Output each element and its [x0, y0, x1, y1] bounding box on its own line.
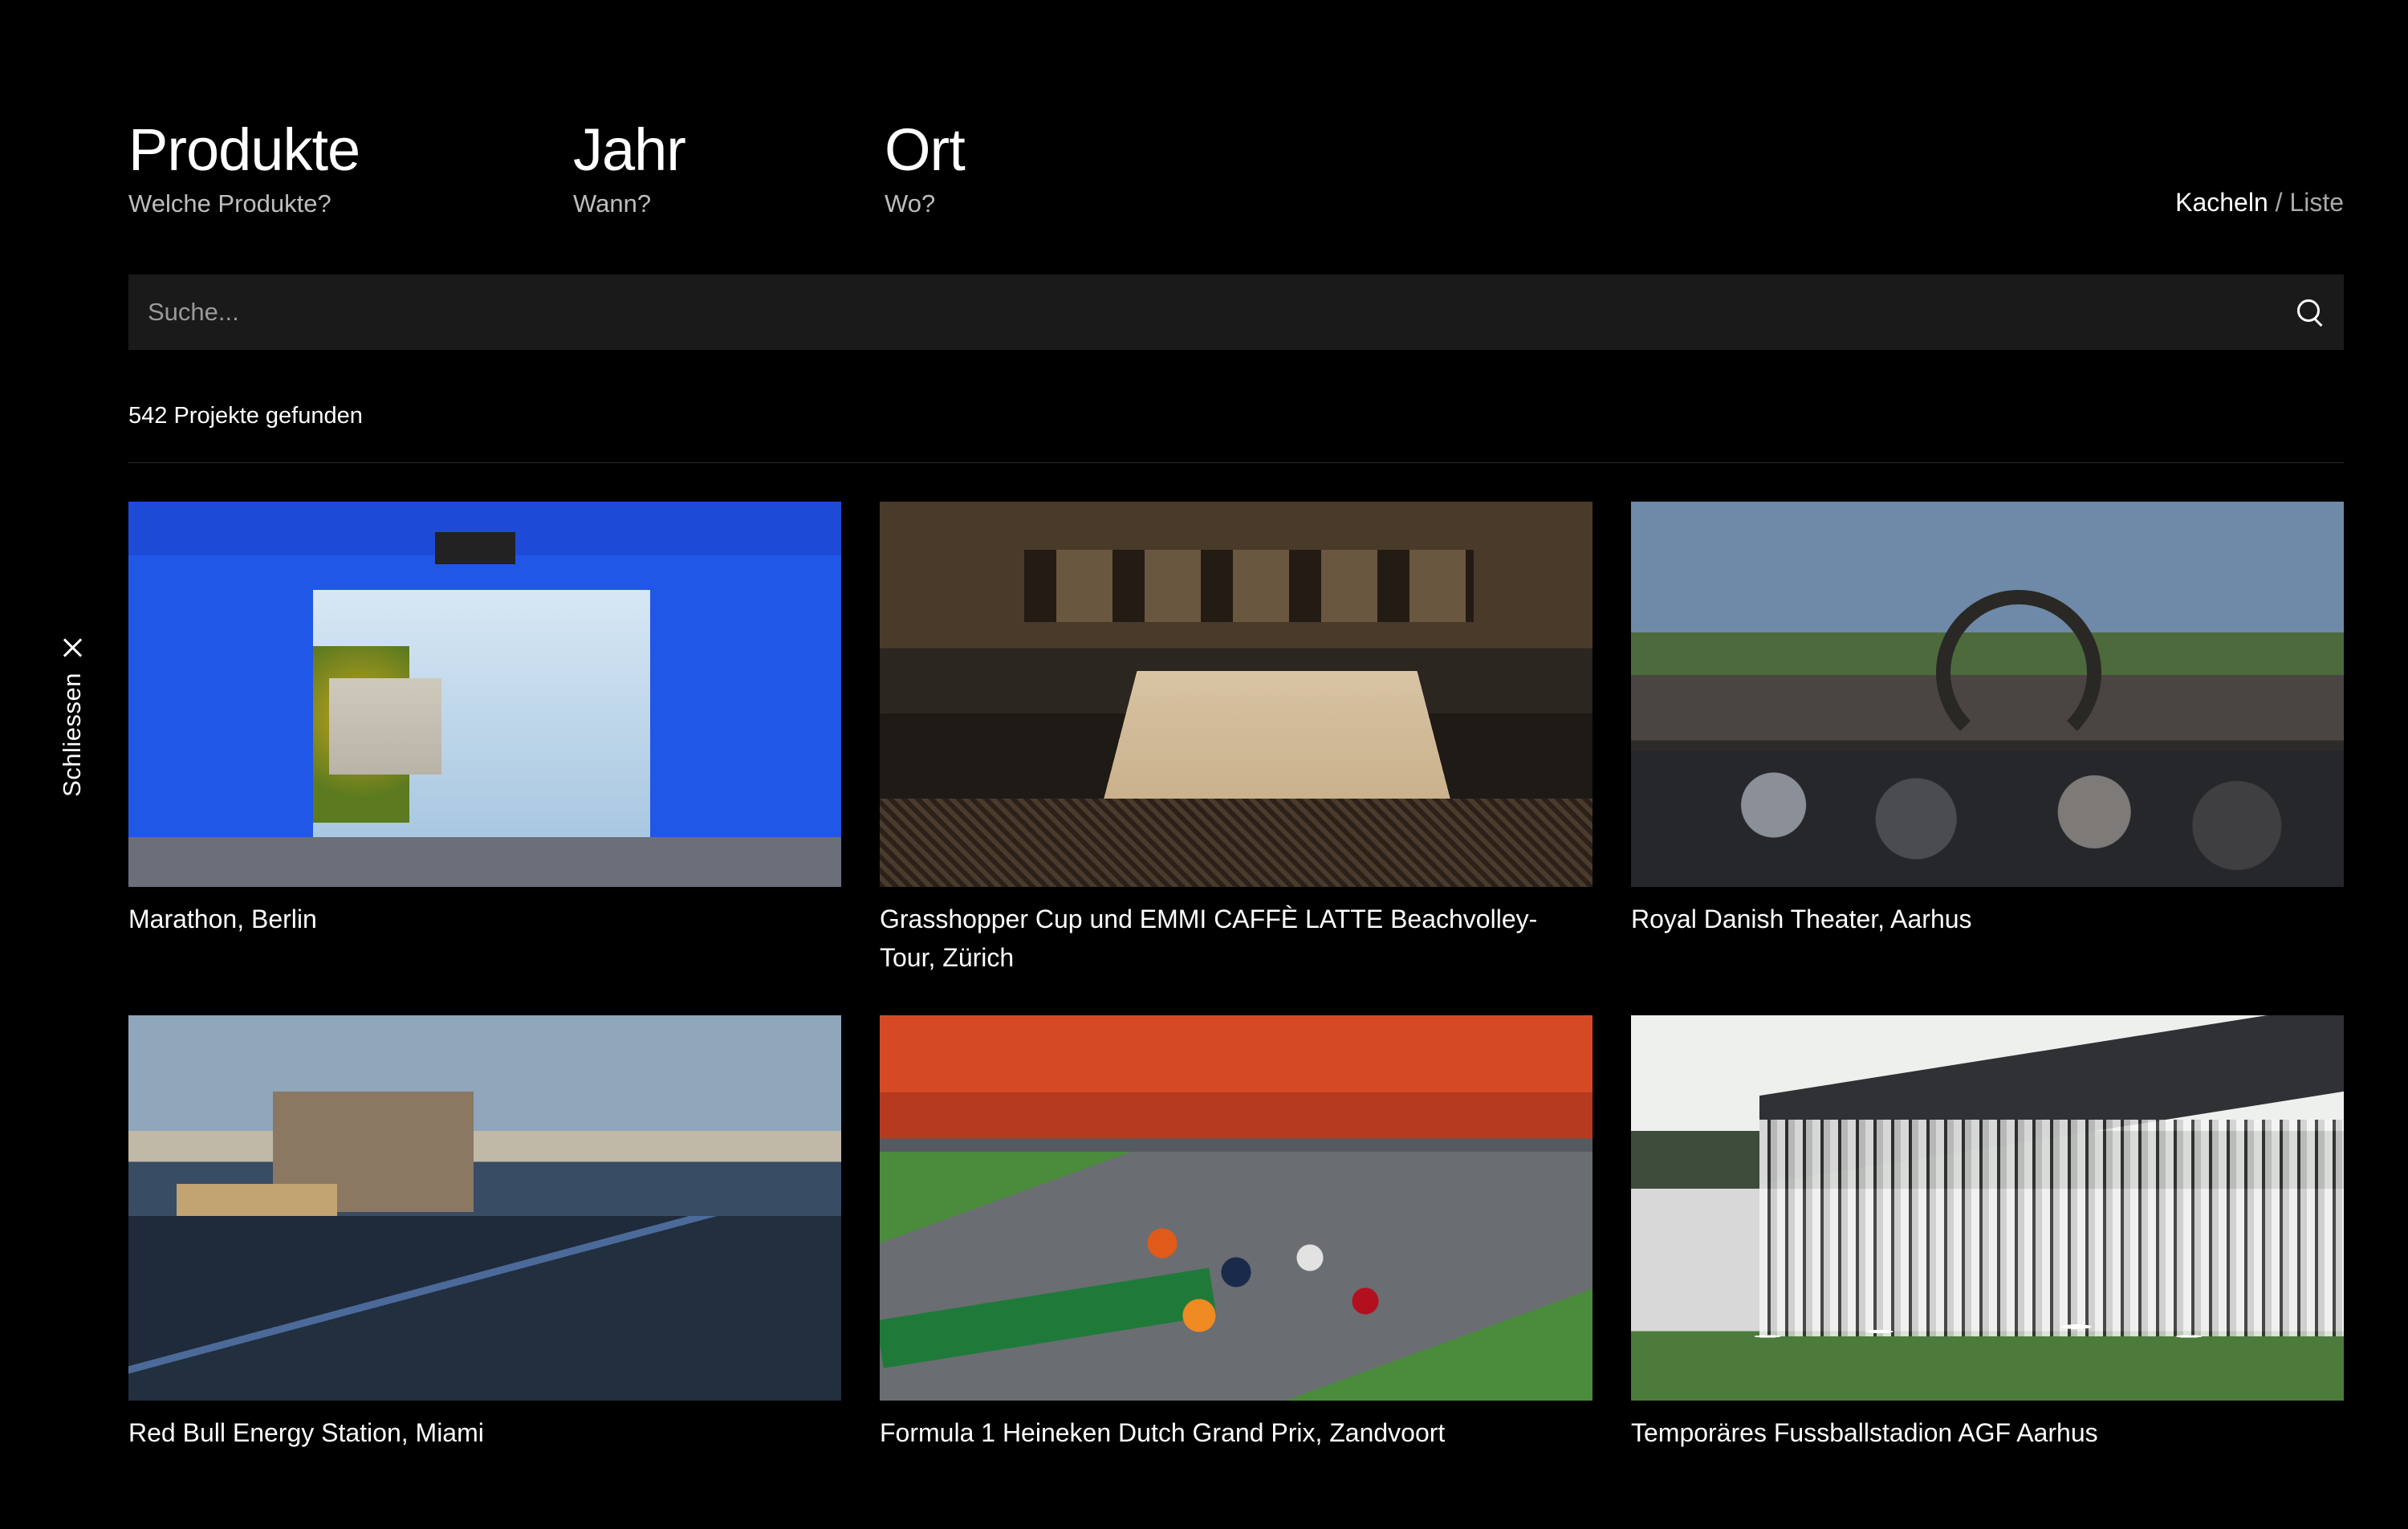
- project-thumbnail[interactable]: [880, 1015, 1592, 1401]
- project-title[interactable]: Formula 1 Heineken Dutch Grand Prix, Zan…: [880, 1413, 1592, 1452]
- thumb-shape: [435, 532, 515, 564]
- project-card[interactable]: Temporäres Fussballstadion AGF Aarhus: [1631, 1015, 2344, 1529]
- thumb-shape: [329, 678, 441, 775]
- project-title[interactable]: Red Bull Energy Station, Miami: [128, 1413, 841, 1452]
- project-thumbnail[interactable]: [1631, 1015, 2344, 1401]
- thumb-shape: [128, 837, 841, 887]
- project-card[interactable]: Formula 1 Heineken Dutch Grand Prix, Zan…: [880, 1015, 1592, 1529]
- project-card[interactable]: Red Bull Energy Station, Miami: [128, 1015, 841, 1529]
- project-thumbnail[interactable]: [128, 502, 841, 887]
- project-title[interactable]: Grasshopper Cup und EMMI CAFFÈ LATTE Bea…: [880, 900, 1592, 977]
- project-title[interactable]: Royal Danish Theater, Aarhus: [1631, 900, 2344, 938]
- result-count: 542 Projekte gefunden: [128, 403, 363, 429]
- view-separator: /: [2268, 188, 2290, 217]
- search-bar: [128, 274, 2344, 350]
- filter-location-title: Ort: [885, 116, 966, 183]
- thumb-shape: [1936, 590, 2101, 755]
- thumb-shape: [1088, 1200, 1458, 1344]
- filter-year-title: Jahr: [573, 116, 686, 183]
- filter-year[interactable]: Jahr Wann?: [573, 114, 686, 220]
- thumb-shape: [1024, 550, 1474, 622]
- search-input[interactable]: [128, 274, 2294, 350]
- project-title[interactable]: Marathon, Berlin: [128, 900, 841, 938]
- filter-bar: Produkte Welche Produkte? Jahr Wann? Ort…: [128, 114, 2344, 226]
- thumb-shape: [1631, 750, 2344, 887]
- view-list-button[interactable]: Liste: [2289, 188, 2344, 217]
- project-card[interactable]: Grasshopper Cup und EMMI CAFFÈ LATTE Bea…: [880, 502, 1592, 1015]
- filter-products-title: Produkte: [128, 116, 360, 183]
- filter-products[interactable]: Produkte Welche Produkte?: [128, 114, 360, 220]
- view-toggle: Kacheln / Liste: [2175, 186, 2344, 218]
- project-thumbnail[interactable]: [880, 502, 1592, 887]
- project-thumbnail[interactable]: [1631, 502, 2344, 887]
- close-label: Schliessen: [58, 673, 86, 797]
- thumb-shape: [1711, 1288, 2273, 1385]
- close-panel-button[interactable]: Schliessen: [48, 634, 96, 811]
- project-title[interactable]: Temporäres Fussballstadion AGF Aarhus: [1631, 1413, 2344, 1452]
- thumb-shape: [880, 799, 1592, 887]
- project-card[interactable]: Marathon, Berlin: [128, 502, 841, 1015]
- search-icon[interactable]: [2294, 296, 2326, 328]
- divider: [128, 462, 2344, 463]
- project-thumbnail[interactable]: [128, 1015, 841, 1401]
- project-grid: Marathon, Berlin Grasshopper Cup und EMM…: [128, 502, 2344, 1529]
- filter-location[interactable]: Ort Wo?: [885, 114, 966, 220]
- thumb-shape: [1100, 670, 1454, 815]
- thumb-shape: [128, 1216, 841, 1401]
- filter-year-subtitle: Wann?: [573, 189, 652, 218]
- filter-products-subtitle: Welche Produkte?: [128, 189, 332, 218]
- view-tiles-button[interactable]: Kacheln: [2175, 188, 2268, 217]
- filter-location-subtitle: Wo?: [885, 189, 936, 218]
- close-icon: [59, 634, 86, 661]
- project-card[interactable]: Royal Danish Theater, Aarhus: [1631, 502, 2344, 1015]
